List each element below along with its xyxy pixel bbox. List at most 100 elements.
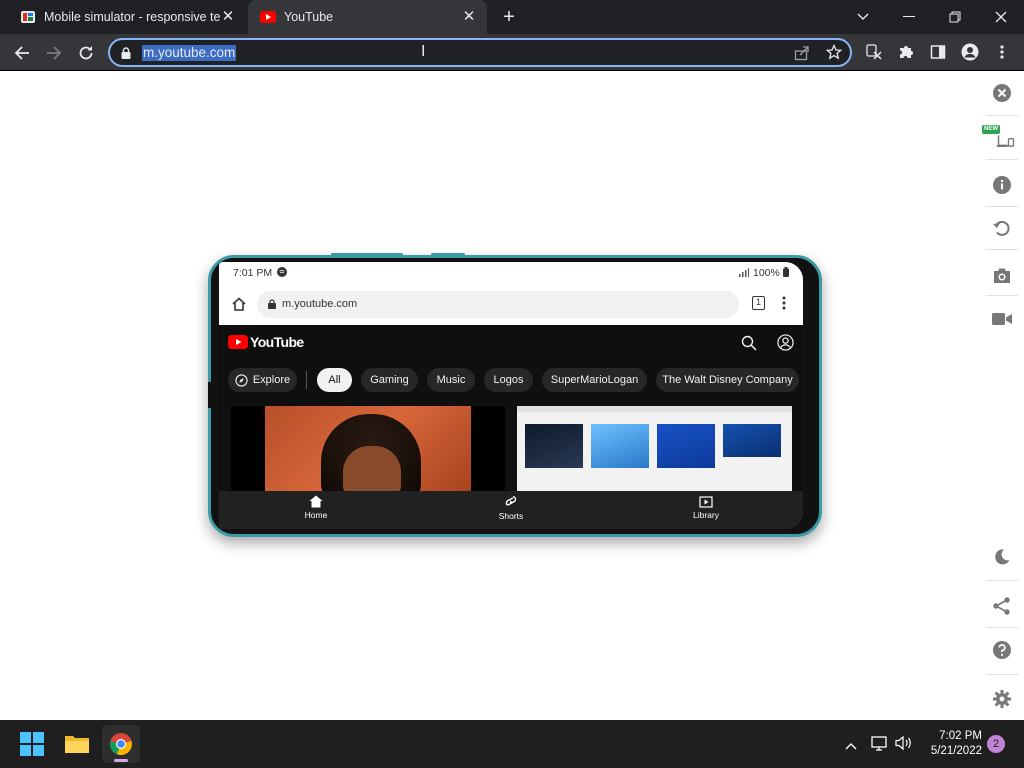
device-icon[interactable]: NEW (982, 124, 1016, 152)
chrome-taskbar-icon[interactable] (102, 725, 140, 763)
phone-url-field[interactable]: m.youtube.com (257, 291, 739, 318)
info-icon[interactable] (988, 171, 1016, 199)
home-icon (309, 495, 323, 508)
bookmark-star-icon[interactable] (825, 43, 843, 65)
search-icon[interactable] (741, 335, 757, 356)
show-hidden-icons-chevron-icon[interactable] (845, 737, 857, 755)
reload-button[interactable] (74, 41, 98, 65)
help-icon[interactable] (988, 636, 1016, 664)
dark-mode-icon[interactable] (988, 543, 1016, 571)
extensions-puzzle-icon[interactable] (895, 41, 917, 63)
thumbnail-tile (591, 424, 649, 468)
chip-divider (306, 371, 307, 389)
mobile-simulator-icon (20, 9, 36, 25)
network-icon[interactable] (871, 735, 889, 756)
forward-button[interactable] (42, 41, 66, 65)
tab-title: YouTube (284, 10, 334, 24)
windows-taskbar: 7:02 PM 5/21/2022 2 (0, 720, 1024, 768)
chip-supermariologan[interactable]: SuperMarioLogan (542, 368, 647, 392)
rotate-icon[interactable] (988, 214, 1016, 242)
lock-icon (268, 299, 276, 312)
youtube-logo-icon[interactable] (228, 335, 248, 354)
chip-all[interactable]: All (317, 368, 352, 392)
phone-menu-icon[interactable] (782, 296, 786, 315)
nav-home[interactable]: Home (286, 495, 346, 520)
side-panel-icon[interactable] (927, 41, 949, 63)
sidebar-divider (986, 627, 1018, 628)
file-explorer-icon[interactable] (58, 725, 96, 763)
library-icon (699, 496, 713, 508)
sidebar-divider (986, 295, 1018, 296)
browser-toolbar: m.youtube.com I (0, 34, 1024, 71)
video-thumbnail[interactable] (517, 406, 792, 491)
profile-avatar-icon[interactable] (959, 41, 981, 63)
address-text: m.youtube.com (142, 45, 237, 61)
youtube-icon (260, 9, 276, 25)
share-page-icon[interactable] (794, 45, 810, 66)
clock-date: 5/21/2022 (930, 745, 982, 757)
volume-icon[interactable] (895, 735, 913, 756)
chip-explore[interactable]: Explore (228, 368, 297, 392)
close-tab-icon[interactable]: ✕ (220, 9, 236, 25)
phone-screen: 7:01 PM 100% m.youtube.com 1 YouTube Exp… (219, 262, 803, 529)
windows-start-icon[interactable] (13, 725, 51, 763)
chip-music[interactable]: Music (427, 368, 475, 392)
compass-icon (235, 373, 248, 387)
sidebar-divider (986, 674, 1018, 675)
nav-label: Shorts (498, 511, 524, 521)
new-tab-button[interactable]: + (498, 6, 520, 28)
chip-logos[interactable]: Logos (484, 368, 533, 392)
battery-icon (783, 267, 789, 280)
video-thumbnail[interactable] (231, 406, 505, 491)
youtube-brand: YouTube (250, 334, 304, 350)
system-clock[interactable]: 7:02 PM 5/21/2022 (920, 729, 982, 759)
sidebar-divider (986, 249, 1018, 250)
settings-icon[interactable] (988, 685, 1016, 713)
spotify-icon (277, 267, 287, 280)
chip-gaming[interactable]: Gaming (361, 368, 418, 392)
phone-top-button (431, 253, 465, 256)
thumbnail-tile (723, 424, 781, 457)
nav-shorts[interactable]: Shorts (481, 495, 541, 521)
minimize-button[interactable] (886, 0, 932, 34)
close-window-button[interactable] (978, 0, 1024, 34)
thumbnail-tile (657, 424, 715, 468)
restore-button[interactable] (932, 0, 978, 34)
clock-time: 7:02 PM (939, 730, 982, 742)
active-app-indicator (114, 759, 128, 762)
nav-library[interactable]: Library (676, 495, 736, 520)
tab-title: Mobile simulator - responsive te (44, 10, 221, 24)
chip-label: Explore (252, 374, 291, 386)
sidebar-divider (986, 206, 1018, 207)
signal-icon (739, 268, 749, 280)
nav-label: Library (693, 510, 719, 520)
home-icon[interactable] (231, 296, 247, 317)
translate-extension-icon[interactable] (863, 41, 885, 63)
tab-count-badge[interactable]: 1 (752, 296, 765, 310)
status-time: 7:01 PM (233, 267, 273, 279)
account-icon[interactable] (777, 334, 794, 356)
tab-youtube[interactable]: YouTube ✕ (248, 0, 487, 34)
youtube-header: YouTube (219, 325, 803, 361)
youtube-bottom-nav: Home Shorts Library (219, 491, 803, 529)
chrome-menu-icon[interactable] (991, 41, 1013, 63)
phone-url-text: m.youtube.com (282, 298, 358, 310)
tab-mobile-simulator[interactable]: Mobile simulator - responsive te ✕ (8, 0, 246, 34)
video-icon[interactable] (988, 305, 1016, 333)
close-icon[interactable] (988, 79, 1016, 107)
thumbnail-toolbar (517, 406, 792, 412)
address-bar[interactable]: m.youtube.com I (108, 38, 852, 67)
thumbnail-tile (525, 424, 583, 468)
chip-walt-disney[interactable]: The Walt Disney Company (656, 368, 799, 392)
browser-tab-strip: Mobile simulator - responsive te ✕ YouTu… (0, 0, 1024, 34)
phone-top-button (331, 253, 403, 256)
nav-label: Home (304, 510, 328, 520)
back-button[interactable] (10, 41, 34, 65)
tab-search-icon[interactable] (840, 0, 886, 34)
close-tab-icon[interactable]: ✕ (461, 9, 477, 25)
youtube-app: YouTube Explore All Gaming Music Logos S… (219, 325, 803, 529)
notification-count-badge[interactable]: 2 (987, 735, 1005, 753)
phone-status-bar: 7:01 PM 100% (219, 262, 803, 284)
share-icon[interactable] (988, 592, 1016, 620)
camera-icon[interactable] (988, 262, 1016, 290)
